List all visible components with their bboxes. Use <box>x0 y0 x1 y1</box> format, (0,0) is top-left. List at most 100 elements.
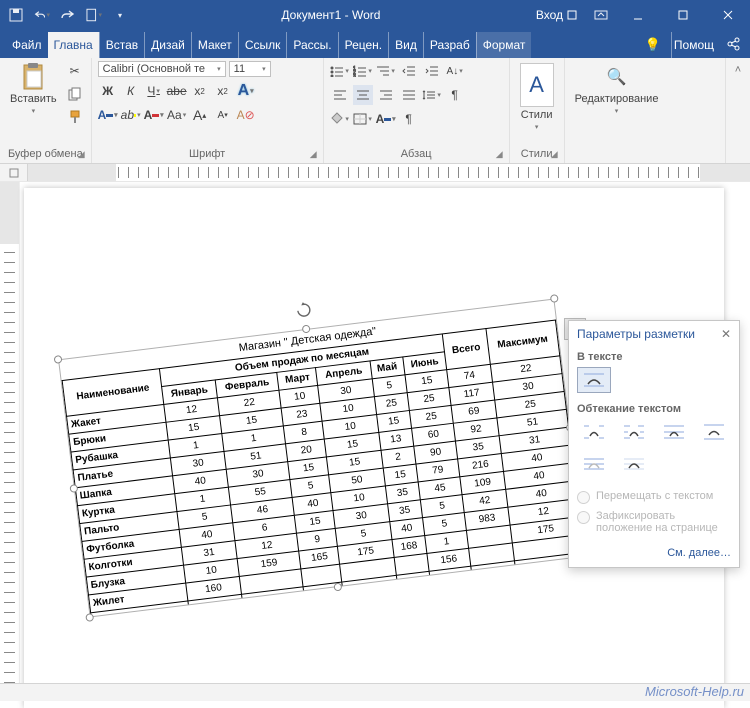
see-more-link[interactable]: См. далее… <box>569 543 739 567</box>
styles-icon: A <box>520 63 554 107</box>
dialog-launcher-icon[interactable]: ◢ <box>551 149 558 160</box>
tab-layout[interactable]: Макет <box>191 32 238 58</box>
tab-developer[interactable]: Разраб <box>423 32 476 58</box>
font-color-icon[interactable]: A <box>144 105 164 125</box>
tab-file[interactable]: Файл <box>6 32 48 58</box>
copy-icon[interactable] <box>65 84 85 104</box>
group-styles-label: Стили <box>521 148 553 160</box>
increase-indent-icon[interactable] <box>422 61 442 81</box>
ribbon: Вставить ▾ ✂ Буфер обмена◢ Calibri (Осно… <box>0 58 750 164</box>
cut-icon[interactable]: ✂ <box>65 61 85 81</box>
font-name-combo[interactable]: Calibri (Основной те▾ <box>98 61 226 77</box>
collapse-ribbon-icon[interactable]: ˄ <box>726 58 750 163</box>
styles-button[interactable]: A Стили ▾ <box>516 61 558 133</box>
tab-insert[interactable]: Встав <box>99 32 144 58</box>
wrap-tight-button[interactable] <box>617 419 651 445</box>
grow-font-button[interactable]: A▴ <box>190 105 210 125</box>
superscript-button[interactable]: x2 <box>213 81 233 101</box>
search-icon: 🔍 <box>603 63 631 91</box>
qat-customize-icon[interactable]: ▾ <box>112 7 128 23</box>
group-editing: 🔍 Редактирование ▾ <box>565 58 726 163</box>
svg-text:3: 3 <box>353 74 356 77</box>
shading-color-icon[interactable]: A <box>376 109 396 129</box>
rotate-handle-icon[interactable] <box>295 301 313 319</box>
wrap-front-button[interactable] <box>617 451 651 477</box>
window-title: Документ1 - Word <box>136 8 526 22</box>
justify-icon[interactable] <box>399 85 419 105</box>
close-button[interactable] <box>705 0 750 30</box>
subscript-button[interactable]: x2 <box>190 81 210 101</box>
redo-icon[interactable] <box>60 7 76 23</box>
tab-mailings[interactable]: Рассы. <box>286 32 337 58</box>
new-doc-icon[interactable] <box>86 7 102 23</box>
shading-icon[interactable] <box>330 109 350 129</box>
resize-handle[interactable] <box>333 583 342 592</box>
paste-button[interactable]: Вставить ▾ <box>6 61 61 117</box>
font-color-fill-icon[interactable]: A <box>98 105 118 125</box>
sort-icon[interactable]: A↓ <box>445 61 465 81</box>
group-clipboard: Вставить ▾ ✂ Буфер обмена◢ <box>0 58 92 163</box>
group-paragraph-label: Абзац <box>401 148 432 160</box>
dialog-launcher-icon[interactable]: ◢ <box>310 149 317 160</box>
wrap-behind-button[interactable] <box>577 451 611 477</box>
resize-handle[interactable] <box>550 294 559 303</box>
tab-design[interactable]: Дизай <box>144 32 191 58</box>
horizontal-ruler[interactable] <box>0 164 750 182</box>
shrink-font-button[interactable]: A▾ <box>213 105 233 125</box>
tab-help[interactable]: Помощ <box>671 32 716 58</box>
align-right-icon[interactable] <box>376 85 396 105</box>
embedded-table: Магазин " Детская одежда" НаименованиеОб… <box>59 300 585 617</box>
show-marks-icon[interactable]: ¶ <box>445 85 465 105</box>
tab-review[interactable]: Рецен. <box>338 32 389 58</box>
radio-move-with-text: Перемещать с текстом <box>577 487 731 507</box>
pilcrow-icon[interactable]: ¶ <box>399 109 419 129</box>
close-icon[interactable]: ✕ <box>721 327 731 341</box>
multilevel-icon[interactable] <box>376 61 396 81</box>
ribbon-tabs: Файл Главна Встав Дизай Макет Ссылк Расс… <box>0 30 750 58</box>
tell-me-icon[interactable]: 💡 <box>645 37 661 53</box>
quick-access-toolbar: ▾ <box>0 7 136 23</box>
ruler-corner[interactable] <box>0 164 28 181</box>
bold-button[interactable]: Ж <box>98 81 118 101</box>
save-icon[interactable] <box>8 7 24 23</box>
wrap-square-button[interactable] <box>577 419 611 445</box>
format-painter-icon[interactable] <box>65 107 85 127</box>
strike-button[interactable]: abe <box>167 81 187 101</box>
font-size-combo[interactable]: 11▾ <box>229 61 271 77</box>
tab-format[interactable]: Формат <box>476 32 532 58</box>
group-font: Calibri (Основной те▾ 11▾ Ж К Ч abe x2 x… <box>92 58 324 163</box>
change-case-button[interactable]: Aa <box>167 105 187 125</box>
share-icon[interactable] <box>726 37 740 54</box>
ribbon-options-icon[interactable] <box>593 7 609 23</box>
document-area[interactable]: Магазин " Детская одежда" НаименованиеОб… <box>0 182 750 683</box>
underline-button[interactable]: Ч <box>144 81 164 101</box>
wrap-topbottom-button[interactable] <box>697 419 731 445</box>
bullets-icon[interactable] <box>330 61 350 81</box>
tab-references[interactable]: Ссылк <box>238 32 287 58</box>
tab-view[interactable]: Вид <box>388 32 423 58</box>
tab-home[interactable]: Главна <box>48 32 99 58</box>
title-bar: ▾ Документ1 - Word Вход <box>0 0 750 30</box>
vertical-ruler[interactable] <box>0 182 20 683</box>
dialog-launcher-icon[interactable]: ◢ <box>78 149 85 160</box>
align-center-icon[interactable] <box>353 85 373 105</box>
numbering-icon[interactable]: 123 <box>353 61 373 81</box>
wrap-inline-button[interactable] <box>577 367 611 393</box>
dialog-launcher-icon[interactable]: ◢ <box>496 149 503 160</box>
minimize-button[interactable] <box>615 0 660 30</box>
editing-button[interactable]: 🔍 Редактирование ▾ <box>571 61 663 117</box>
selected-object-frame[interactable]: Магазин " Детская одежда" НаименованиеОб… <box>58 299 586 618</box>
decrease-indent-icon[interactable] <box>399 61 419 81</box>
line-spacing-icon[interactable] <box>422 85 442 105</box>
resize-handle[interactable] <box>85 613 94 622</box>
italic-button[interactable]: К <box>121 81 141 101</box>
clear-formatting-icon[interactable]: A⊘ <box>236 105 256 125</box>
highlight-icon[interactable]: ab <box>121 105 141 125</box>
borders-icon[interactable] <box>353 109 373 129</box>
text-effects-icon[interactable]: A <box>236 81 256 101</box>
wrap-through-button[interactable] <box>657 419 691 445</box>
align-left-icon[interactable] <box>330 85 350 105</box>
undo-icon[interactable] <box>34 7 50 23</box>
sign-in-button[interactable]: Вход <box>526 8 587 22</box>
maximize-button[interactable] <box>660 0 705 30</box>
